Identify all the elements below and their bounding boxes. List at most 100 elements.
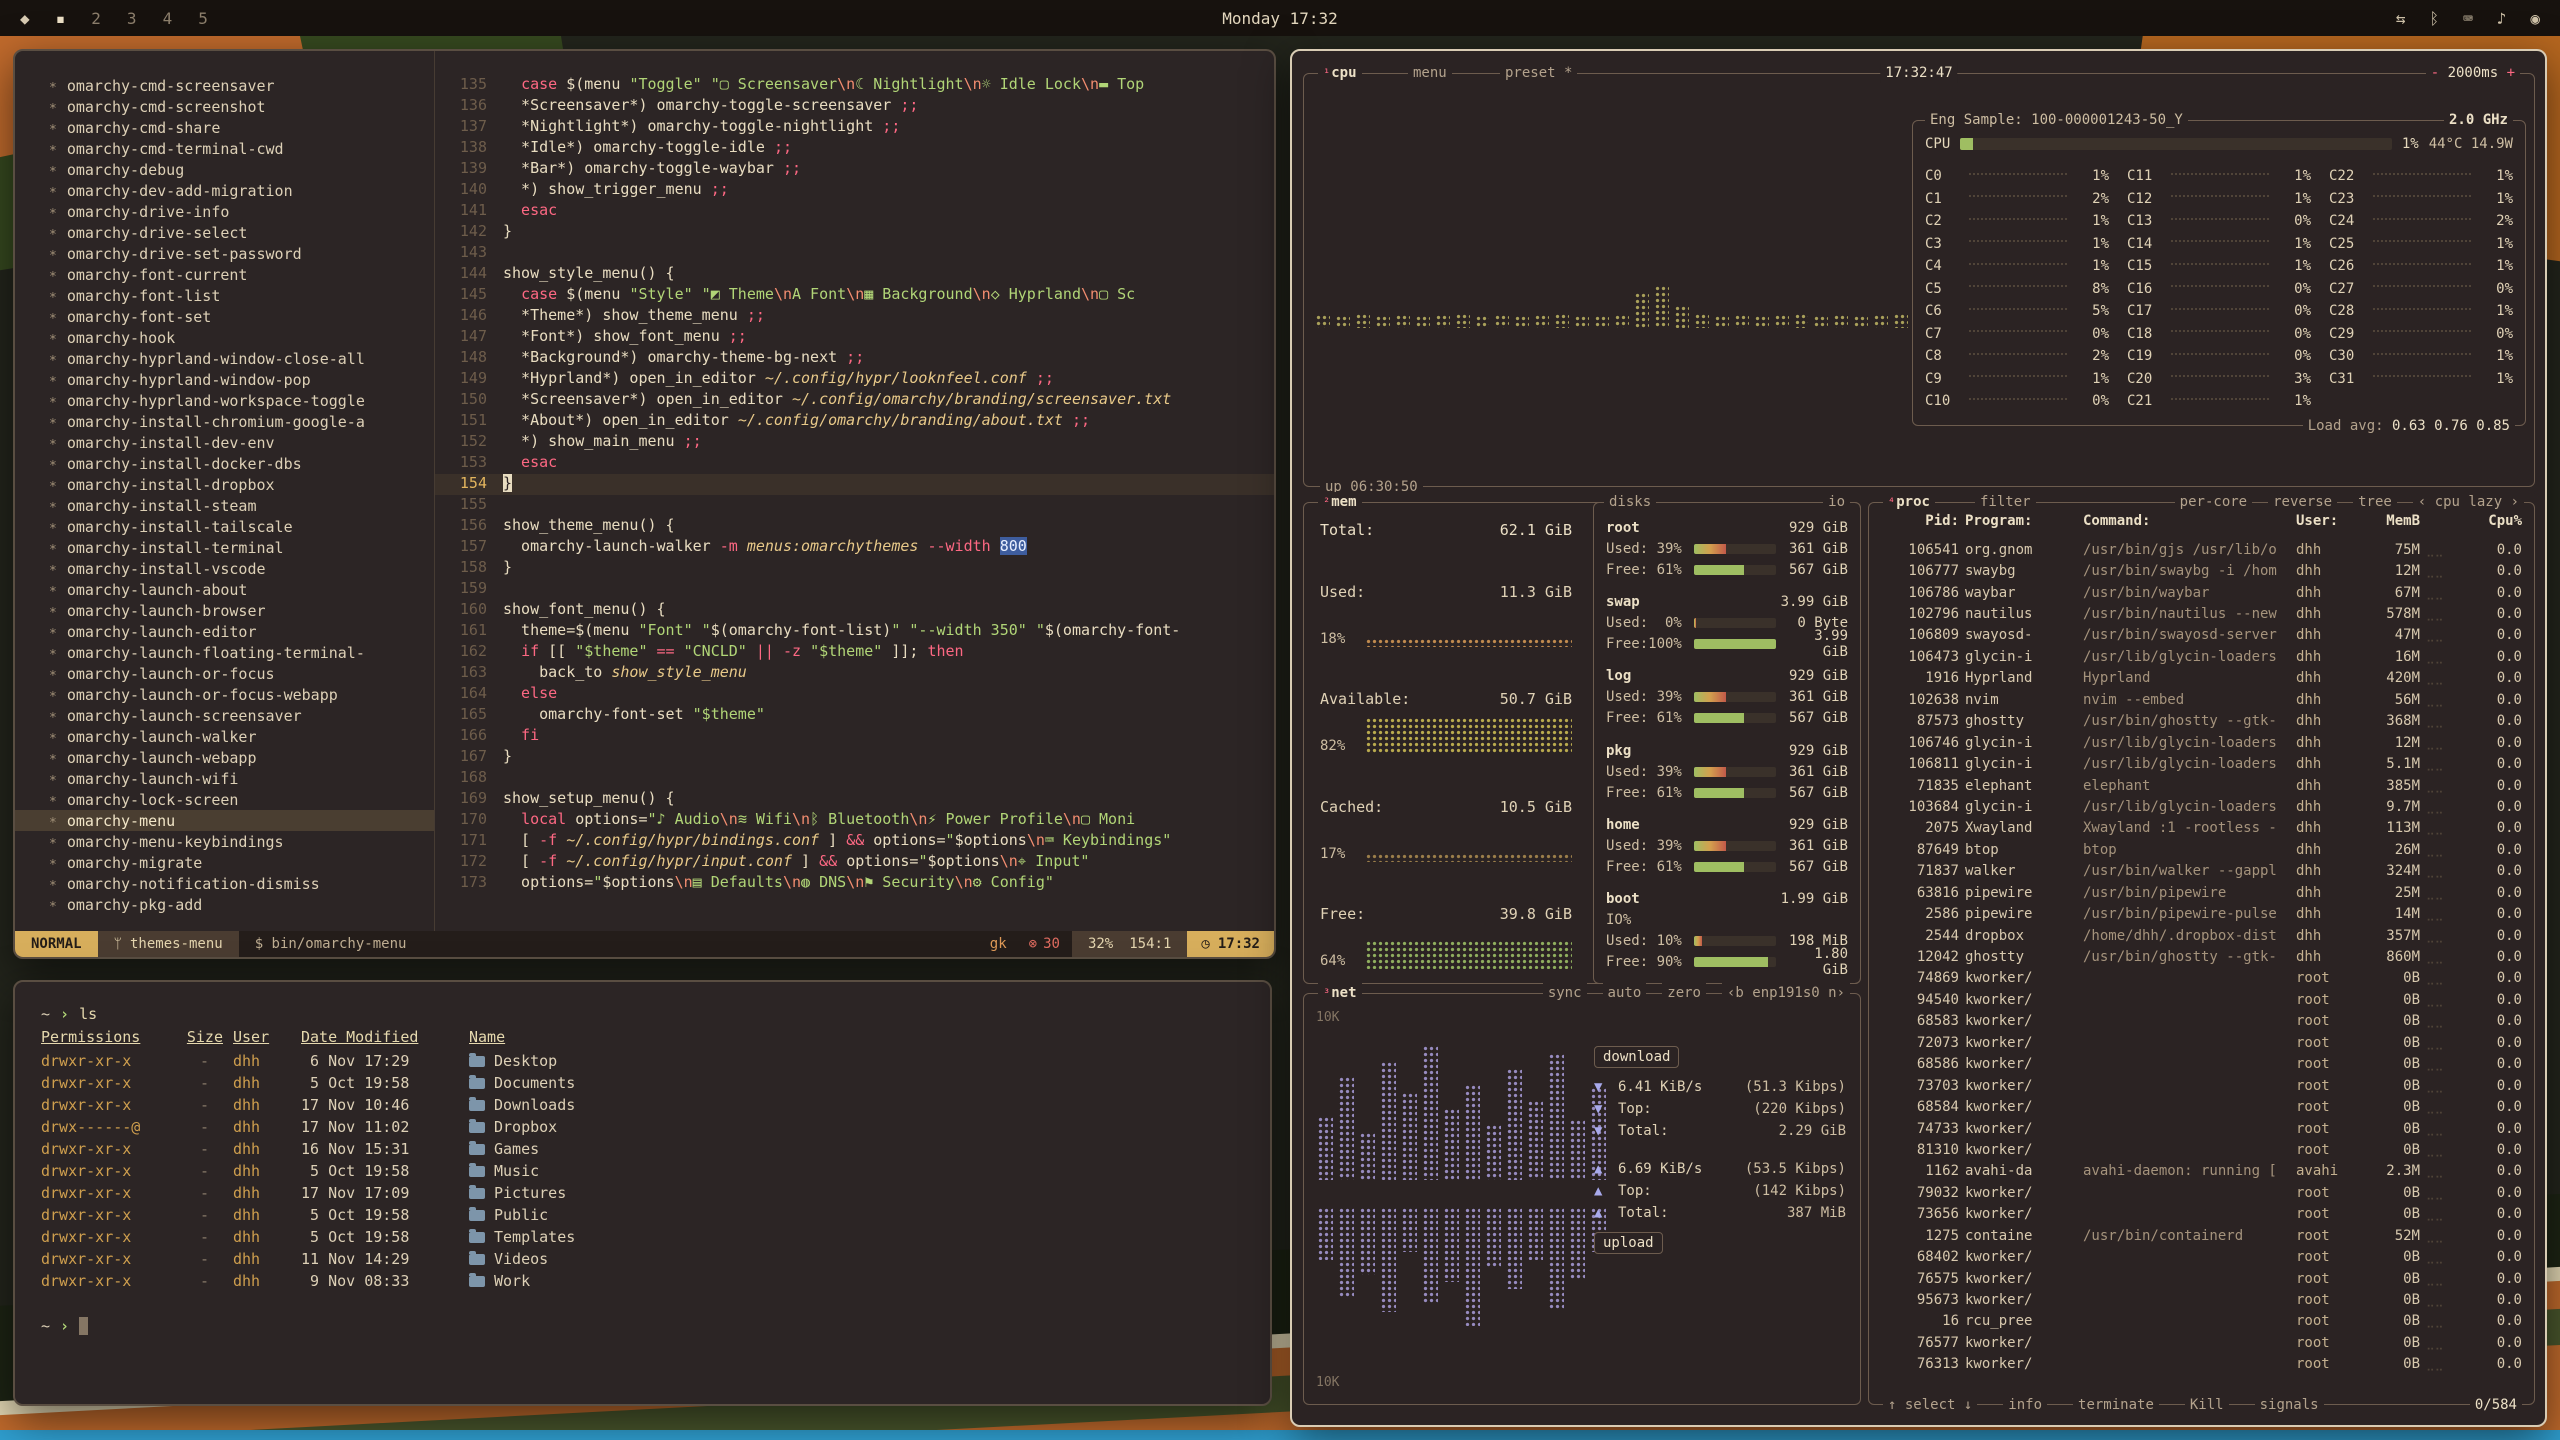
code-line[interactable]: 171 [ -f ~/.config/hypr/bindings.conf ] … [435,831,1274,852]
file-tree-item[interactable]: ∗ omarchy-font-list [15,285,434,306]
process-row[interactable]: 106809 swayosd- /usr/bin/swayosd-server … [1881,625,2522,646]
process-row[interactable]: 68583 kworker/ root 0B 0.0 [1881,1011,2522,1032]
file-tree-item[interactable]: ∗ omarchy-install-terminal [15,537,434,558]
code-line[interactable]: 154 } [435,474,1274,495]
file-tree-item[interactable]: ∗ omarchy-drive-select [15,222,434,243]
code-line[interactable]: 150 *Screensaver*) open_in_editor ~/.con… [435,390,1274,411]
code-line[interactable]: 136 *Screensaver*) omarchy-toggle-screen… [435,96,1274,117]
file-tree-item[interactable]: ∗ omarchy-hook [15,327,434,348]
net-button[interactable]: auto [1603,983,1647,1003]
file-tree-item[interactable]: ∗ omarchy-hyprland-window-pop [15,369,434,390]
bluetooth-icon[interactable]: ᛒ [2429,9,2439,28]
process-row[interactable]: 106473 glycin-i /usr/lib/glycin-loaders … [1881,646,2522,667]
file-tree-item[interactable]: ∗ omarchy-launch-about [15,579,434,600]
process-row[interactable]: 1162 avahi-da avahi-daemon: running [ av… [1881,1161,2522,1182]
file-tree-item[interactable]: ∗ omarchy-install-docker-dbs [15,453,434,474]
code-line[interactable]: 145 case $(menu "Style" "◩ Theme\nA Font… [435,285,1274,306]
process-row[interactable]: 76575 kworker/ root 0B 0.0 [1881,1268,2522,1289]
code-line[interactable]: 160 show_font_menu() { [435,600,1274,621]
workspace-1-active[interactable]: ▪ [56,9,66,28]
code-line[interactable]: 163 back_to show_style_menu [435,663,1274,684]
file-tree-item[interactable]: ∗ omarchy-debug [15,159,434,180]
menu-button[interactable]: menu [1408,63,1452,83]
code-line[interactable]: 151 *About*) open_in_editor ~/.config/om… [435,411,1274,432]
net-button[interactable]: ‹b enp191s0 n› [1722,983,1850,1003]
proc-option-button[interactable]: ‹ cpu lazy › [2413,492,2524,512]
process-row[interactable]: 2544 dropbox /home/dhh/.dropbox-dist dhh… [1881,925,2522,946]
code-line[interactable]: 155 [435,495,1274,516]
launcher-icon[interactable]: ◆ [20,9,30,28]
process-row[interactable]: 63816 pipewire /usr/bin/pipewire dhh 25M… [1881,882,2522,903]
keyboard-icon[interactable]: ⌨ [2463,9,2473,28]
cpu-box-title[interactable]: ¹cpu [1318,63,1362,83]
code-line[interactable]: 144 show_style_menu() { [435,264,1274,285]
code-line[interactable]: 170 local options="♪ Audio\n≋ Wifi\nᛒ Bl… [435,810,1274,831]
process-row[interactable]: 79032 kworker/ root 0B 0.0 [1881,1182,2522,1203]
workspace-5[interactable]: 5 [198,9,208,28]
proc-footer-button[interactable]: signals [2255,1395,2324,1415]
code-line[interactable]: 137 *Nightlight*) omarchy-toggle-nightli… [435,117,1274,138]
screencast-icon[interactable]: ⇆ [2396,9,2406,28]
omarchy-menu-icon[interactable]: ◉ [2530,9,2540,28]
file-tree-item[interactable]: ∗ omarchy-menu-keybindings [15,831,434,852]
file-tree-item[interactable]: ∗ omarchy-hyprland-workspace-toggle [15,390,434,411]
proc-box-title[interactable]: ⁴proc [1883,492,1935,512]
net-button[interactable]: zero [1662,983,1706,1003]
filter-button[interactable]: filter [1975,492,2036,512]
code-line[interactable]: 143 [435,243,1274,264]
disks-title[interactable]: disks [1604,492,1656,512]
file-tree-item[interactable]: ∗ omarchy-launch-webapp [15,747,434,768]
process-row[interactable]: 73703 kworker/ root 0B 0.0 [1881,1075,2522,1096]
code-line[interactable]: 156 show_theme_menu() { [435,516,1274,537]
code-line[interactable]: 141 esac [435,201,1274,222]
code-line[interactable]: 148 *Background*) omarchy-theme-bg-next … [435,348,1274,369]
process-row[interactable]: 94540 kworker/ root 0B 0.0 [1881,989,2522,1010]
file-tree-item[interactable]: ∗ omarchy-cmd-terminal-cwd [15,138,434,159]
proc-footer-button[interactable]: terminate [2073,1395,2159,1415]
code-line[interactable]: 164 else [435,684,1274,705]
net-box-title[interactable]: ³net [1318,983,1362,1003]
update-interval[interactable]: - 2000ms + [2426,63,2520,83]
workspace-3[interactable]: 3 [127,9,137,28]
io-toggle[interactable]: io [1823,492,1850,512]
code-line[interactable]: 159 [435,579,1274,600]
process-row[interactable]: 81310 kworker/ root 0B 0.0 [1881,1139,2522,1160]
code-line[interactable]: 172 [ -f ~/.config/hypr/input.conf ] && … [435,852,1274,873]
file-tree-item[interactable]: ∗ omarchy-install-tailscale [15,516,434,537]
code-line[interactable]: 153 esac [435,453,1274,474]
file-tree-item[interactable]: ∗ omarchy-font-set [15,306,434,327]
process-row[interactable]: 106541 org.gnom /usr/bin/gjs /usr/lib/o … [1881,539,2522,560]
file-tree-item[interactable]: ∗ omarchy-lock-screen [15,789,434,810]
file-tree-item[interactable]: ∗ omarchy-hyprland-window-close-all [15,348,434,369]
file-tree-item[interactable]: ∗ omarchy-drive-set-password [15,243,434,264]
file-tree-item[interactable]: ∗ omarchy-install-dev-env [15,432,434,453]
file-tree-item[interactable]: ∗ omarchy-launch-browser [15,600,434,621]
process-row[interactable]: 73656 kworker/ root 0B 0.0 [1881,1204,2522,1225]
code-line[interactable]: 167 } [435,747,1274,768]
process-row[interactable]: 2586 pipewire /usr/bin/pipewire-pulse dh… [1881,903,2522,924]
process-row[interactable]: 1916 Hyprland Hyprland dhh 420M 0.0 [1881,668,2522,689]
file-tree-item[interactable]: ∗ omarchy-pkg-add [15,894,434,915]
process-row[interactable]: 2075 Xwayland Xwayland :1 -rootless - dh… [1881,818,2522,839]
code-line[interactable]: 152 *) show_main_menu ;; [435,432,1274,453]
code-line[interactable]: 162 if [[ "$theme" == "CNCLD" || -z "$th… [435,642,1274,663]
process-row[interactable]: 71835 elephant elephant dhh 385M 0.0 [1881,775,2522,796]
code-line[interactable]: 146 *Theme*) show_theme_menu ;; [435,306,1274,327]
process-row[interactable]: 74869 kworker/ root 0B 0.0 [1881,968,2522,989]
code-line[interactable]: 142 } [435,222,1274,243]
proc-footer-button[interactable]: ↑ select ↓ [1883,1395,1977,1415]
proc-option-button[interactable]: per-core [2175,492,2252,512]
file-tree-item[interactable]: ∗ omarchy-menu [15,810,434,831]
file-tree-item[interactable]: ∗ omarchy-dev-add-migration [15,180,434,201]
code-line[interactable]: 158 } [435,558,1274,579]
file-tree-item[interactable]: ∗ omarchy-install-chromium-google-a [15,411,434,432]
process-row[interactable]: 68584 kworker/ root 0B 0.0 [1881,1096,2522,1117]
proc-option-button[interactable]: reverse [2268,492,2337,512]
file-tree-item[interactable]: ∗ omarchy-launch-walker [15,726,434,747]
proc-footer-button[interactable]: info [2003,1395,2047,1415]
preset-button[interactable]: preset * [1500,63,1577,83]
file-tree-item[interactable]: ∗ omarchy-cmd-share [15,117,434,138]
process-row[interactable]: 71837 walker /usr/bin/walker --gappl dhh… [1881,861,2522,882]
file-tree-item[interactable]: ∗ omarchy-launch-editor [15,621,434,642]
code-line[interactable]: 173 options="$options\n▤ Defaults\n◍ DNS… [435,873,1274,894]
